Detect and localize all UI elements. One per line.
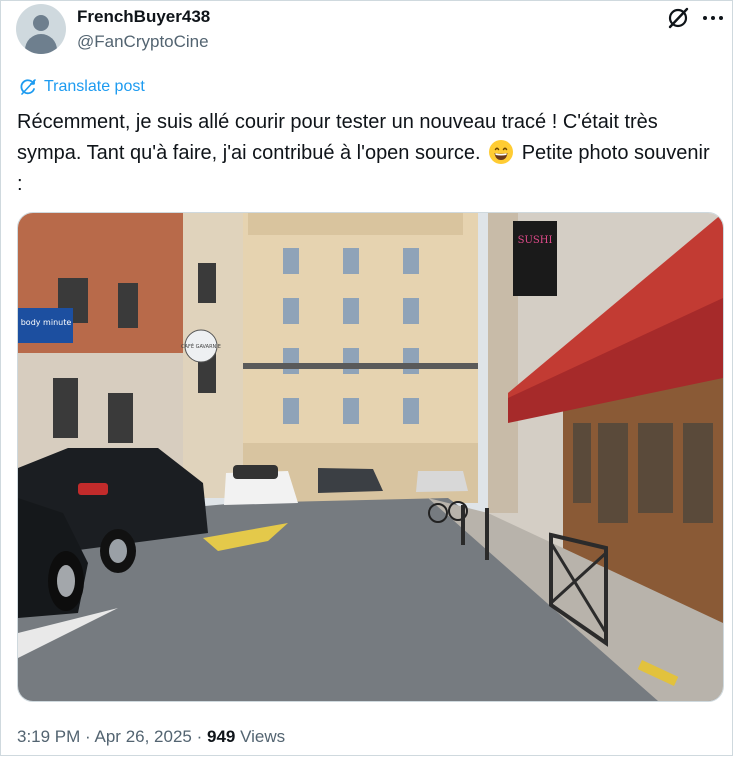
translate-label: Translate post [44,78,145,95]
separator: · [85,727,91,746]
translate-icon [20,79,36,95]
post-date[interactable]: Apr 26, 2025 [95,727,192,746]
post-time[interactable]: 3:19 PM [17,727,80,746]
round-sign: CAFÉ GAVARNIE [181,342,221,350]
grok-icon[interactable] [665,5,691,31]
translate-post-link[interactable]: Translate post [18,76,145,98]
separator: · [196,727,203,746]
avatar[interactable] [16,4,66,54]
shop-sign-left: body minute [21,318,72,327]
post-footer: 3:19 PM · Apr 26, 2025 · 949 Views [17,727,285,747]
views-label[interactable]: Views [240,727,285,746]
grinning-face-emoji [488,139,514,165]
post-text: Récemment, je suis allé courir pour test… [17,107,717,200]
user-handle[interactable]: @FanCryptoCine [77,32,209,52]
more-options-icon[interactable] [701,5,725,31]
vertical-sign: SUSHI [518,235,553,246]
post-photo[interactable]: body minute CAFÉ GAVARNIE SUSHI [17,212,724,702]
avatar-shoulders [25,34,57,54]
avatar-head [33,15,49,31]
display-name[interactable]: FrenchBuyer438 [77,7,210,27]
post-card: FrenchBuyer438 @FanCryptoCine Translate … [0,0,733,756]
views-count[interactable]: 949 [207,727,235,746]
street-photo: body minute CAFÉ GAVARNIE SUSHI [18,213,723,701]
